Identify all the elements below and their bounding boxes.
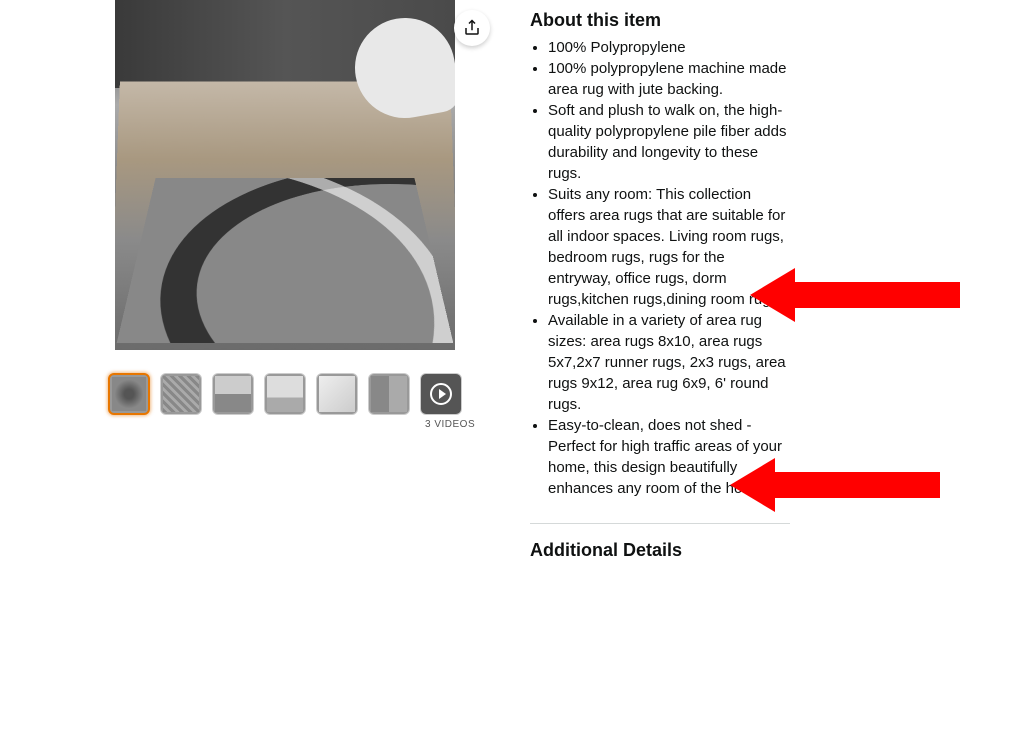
annotation-arrow-1	[750, 260, 960, 330]
thumbnail-5[interactable]	[316, 373, 358, 415]
play-icon	[430, 383, 452, 405]
thumbnail-3[interactable]	[212, 373, 254, 415]
thumbnail-4[interactable]	[264, 373, 306, 415]
bullet-item: 100% polypropylene machine made area rug…	[548, 58, 790, 100]
videos-count-label: 3 VIDEOS	[425, 419, 510, 430]
share-icon	[463, 19, 481, 37]
thumbnail-strip	[108, 373, 510, 415]
thumbnail-2[interactable]	[160, 373, 202, 415]
main-product-image[interactable]	[115, 0, 455, 350]
share-button[interactable]	[454, 10, 490, 46]
thumbnail-6[interactable]	[368, 373, 410, 415]
thumbnail-video[interactable]	[420, 373, 462, 415]
section-divider	[530, 523, 790, 524]
thumbnail-1[interactable]	[108, 373, 150, 415]
additional-details-heading: Additional Details	[530, 540, 790, 561]
product-gallery: 3 VIDEOS	[0, 0, 510, 561]
about-heading: About this item	[530, 10, 790, 31]
bullet-item: 100% Polypropylene	[548, 37, 790, 58]
annotation-arrow-2	[730, 450, 940, 520]
bullet-item: Soft and plush to walk on, the high-qual…	[548, 100, 790, 184]
